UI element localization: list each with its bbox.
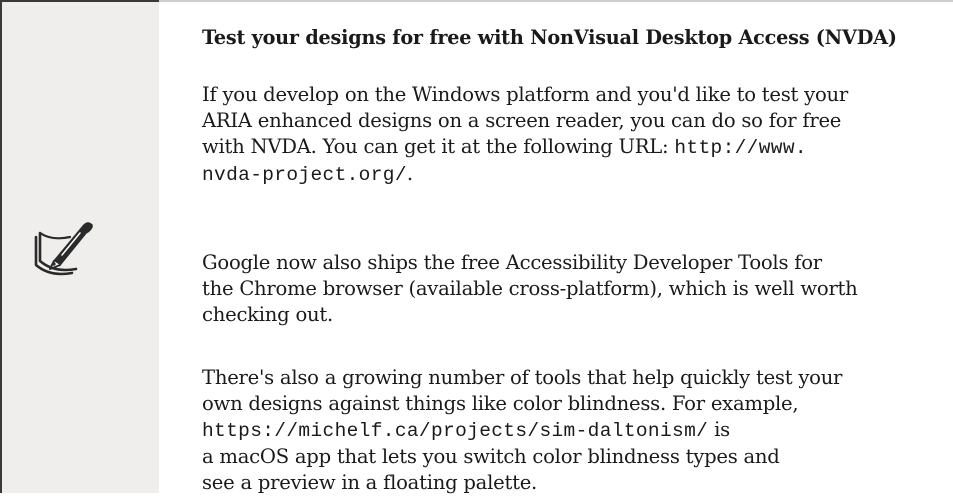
paragraph-text: is [708, 418, 730, 441]
paragraph-line: a macOS app that lets you switch color b… [202, 445, 780, 468]
paragraph-line: own designs against things like color bl… [202, 392, 799, 415]
paragraph-line: the Chrome browser (available cross-plat… [202, 277, 858, 300]
paragraph-line: If you develop on the Windows platform a… [202, 83, 849, 106]
paragraph-line: with NVDA. You can get it at the followi… [202, 134, 953, 161]
paragraph-text: . [406, 162, 413, 185]
paragraph-line: ARIA enhanced designs on a screen reader… [202, 109, 842, 132]
tip-box: Test your designs for free with NonVisua… [0, 0, 953, 496]
paragraph-line: checking out. [202, 303, 333, 326]
pen-on-paper-icon [34, 222, 93, 276]
tip-title: Test your designs for free with NonVisua… [202, 26, 897, 49]
paragraph-line: see a preview in a floating palette. [202, 471, 538, 494]
tip-content: Test your designs for free with NonVisua… [159, 0, 953, 496]
tip-paragraph: There's also a growing number of tools t… [202, 365, 953, 496]
paragraph-line: There's also a growing number of tools t… [202, 366, 843, 389]
paragraph-line: Google now also ships the free Accessibi… [202, 251, 822, 274]
sim-daltonism-url-code: https://michelf.ca/projects/sim-daltonis… [202, 420, 709, 442]
paragraph-line: nvda-project.org/. [202, 161, 953, 188]
tip-paragraph: Google now also ships the free Accessibi… [202, 250, 953, 328]
tip-sidebar [0, 0, 159, 493]
tip-paragraph: If you develop on the Windows platform a… [202, 82, 953, 188]
nvda-url-code: http://www. [674, 137, 807, 159]
paragraph-line: https://michelf.ca/projects/sim-daltonis… [202, 417, 953, 444]
paragraph-text: with NVDA. You can get it at the followi… [202, 135, 675, 158]
nvda-url-code-continued: nvda-project.org/ [202, 164, 407, 186]
